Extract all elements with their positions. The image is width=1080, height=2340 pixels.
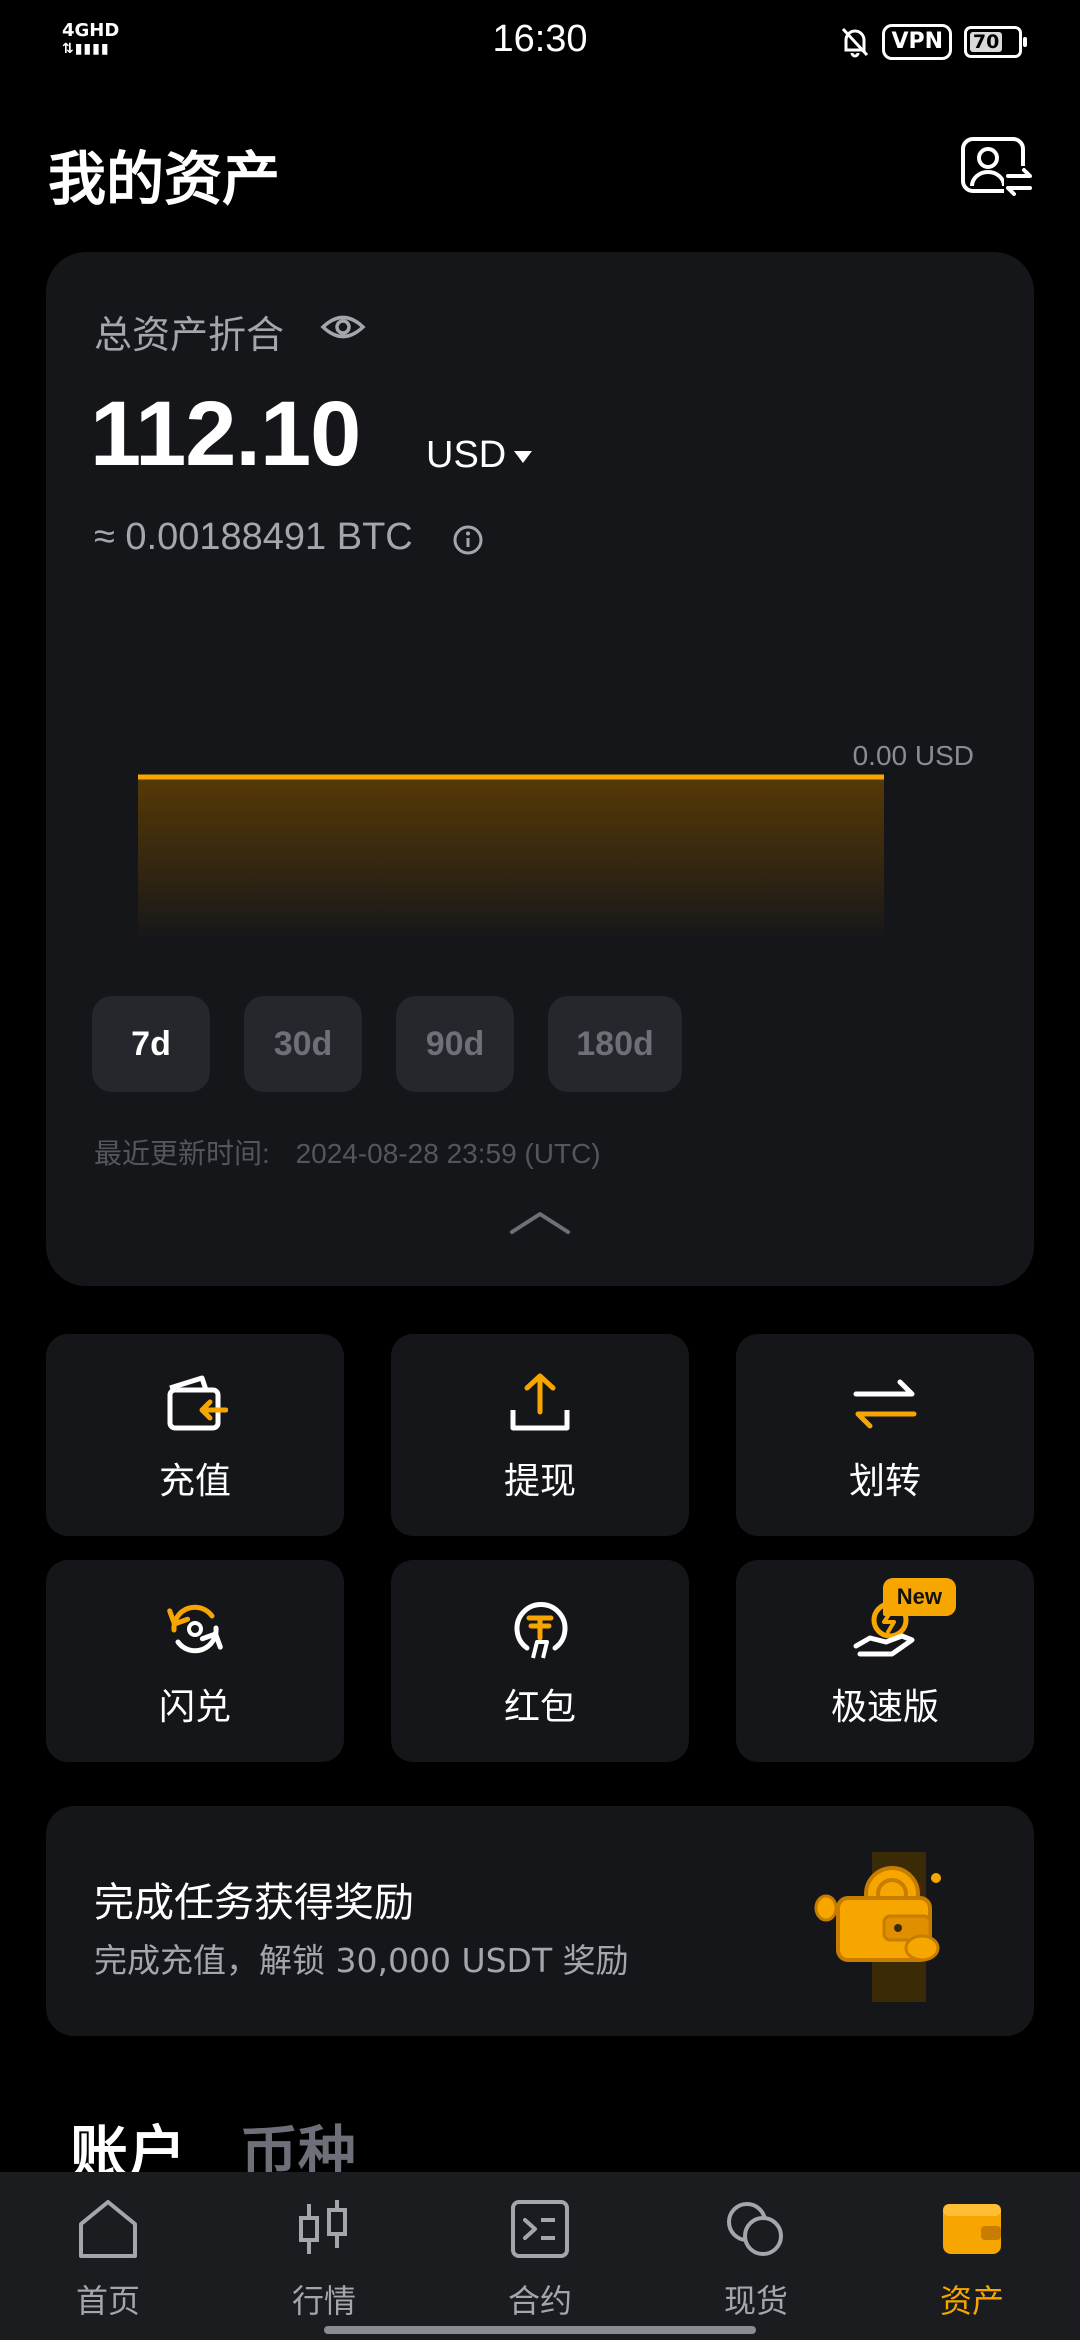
bell-off-icon xyxy=(842,27,869,58)
convert-cycle-icon xyxy=(167,1604,223,1654)
contract-terminal-icon xyxy=(511,2200,569,2258)
home-icon xyxy=(79,2200,137,2258)
deposit-button[interactable]: 充值 xyxy=(46,1334,344,1536)
withdraw-button[interactable]: 提现 xyxy=(391,1334,689,1536)
nav-futures[interactable]: 合约 xyxy=(432,2172,648,2340)
chart-area-fill xyxy=(138,777,884,942)
battery-icon: 70 xyxy=(964,26,1027,58)
lite-mode-label: 极速版 xyxy=(830,1687,939,1728)
lite-mode-button[interactable]: 极速版 New xyxy=(736,1560,1034,1762)
nav-home[interactable]: 首页 xyxy=(0,2172,216,2340)
last-updated-time: 2024-08-28 23:59 (UTC) xyxy=(295,1138,601,1169)
battery-level: 70 xyxy=(970,32,1003,52)
chevron-up-icon[interactable] xyxy=(508,1208,572,1238)
wallet-reward-illustration xyxy=(814,1852,941,2002)
convert-label: 闪兑 xyxy=(158,1687,231,1728)
nav-home-label: 首页 xyxy=(75,2282,140,2320)
asset-overview-card: 总资产折合 112.10 USD ≈ 0.00188491 BTC 0.00 U… xyxy=(46,252,1034,1286)
currency-select[interactable]: USD xyxy=(426,434,533,477)
page-title: 我的资产 xyxy=(48,145,281,213)
red-packet-coin-icon xyxy=(514,1602,568,1659)
nav-assets-label: 资产 xyxy=(939,2282,1004,2320)
last-updated-label: 最近更新时间: xyxy=(94,1138,270,1169)
chart-value-label: 0.00 USD xyxy=(852,740,974,771)
bottom-navigation: 首页 行情 合约 现货 资产 xyxy=(0,2172,1080,2340)
quick-actions: 充值 提现 划转 闪兑 红包 极速版 New xyxy=(46,1334,1034,1762)
red-packet-button[interactable]: 红包 xyxy=(391,1560,689,1762)
upload-icon xyxy=(510,1373,570,1431)
range-90d-button[interactable]: 90d xyxy=(396,996,514,1092)
deposit-label: 充值 xyxy=(158,1461,231,1502)
withdraw-label: 提现 xyxy=(503,1461,576,1502)
time-range-selector: 7d 30d 90d 180d xyxy=(92,996,682,1092)
range-7d-button[interactable]: 7d xyxy=(92,996,210,1092)
last-updated: 最近更新时间: 2024-08-28 23:59 (UTC) xyxy=(94,1132,601,1172)
new-badge: New xyxy=(882,1578,956,1616)
nav-spot[interactable]: 现货 xyxy=(648,2172,864,2340)
promo-subtitle: 完成充值，解锁 30,000 USDT 奖励 xyxy=(94,1941,629,1980)
nav-spot-label: 现货 xyxy=(723,2282,788,2320)
transfer-button[interactable]: 划转 xyxy=(736,1334,1034,1536)
home-indicator[interactable] xyxy=(324,2326,756,2334)
transfer-label: 划转 xyxy=(848,1461,921,1502)
promo-title: 完成任务获得奖励 xyxy=(94,1880,414,1926)
transfer-arrows-icon xyxy=(853,1379,917,1429)
red-packet-label: 红包 xyxy=(503,1687,576,1728)
total-assets-value: 112.10 xyxy=(90,383,361,485)
nav-markets[interactable]: 行情 xyxy=(216,2172,432,2340)
user-switch-icon[interactable] xyxy=(960,136,1034,198)
spot-exchange-icon xyxy=(727,2202,783,2256)
candlestick-icon xyxy=(299,2200,347,2254)
nav-markets-label: 行情 xyxy=(291,2282,356,2320)
eye-icon[interactable] xyxy=(320,304,366,350)
total-assets-label: 总资产折合 xyxy=(94,313,285,357)
wallet-deposit-icon xyxy=(167,1375,228,1431)
info-icon[interactable] xyxy=(452,524,484,556)
range-180d-button[interactable]: 180d xyxy=(548,996,682,1092)
btc-equivalent: ≈ 0.00188491 BTC xyxy=(94,516,413,558)
status-icons: VPN 70 xyxy=(840,24,1027,60)
nav-futures-label: 合约 xyxy=(507,2282,572,2320)
caret-down-icon xyxy=(514,450,533,463)
reward-task-banner[interactable]: 完成任务获得奖励 完成充值，解锁 30,000 USDT 奖励 xyxy=(46,1806,1034,2036)
vpn-badge: VPN xyxy=(882,24,952,60)
convert-button[interactable]: 闪兑 xyxy=(46,1560,344,1762)
range-30d-button[interactable]: 30d xyxy=(244,996,362,1092)
nav-assets[interactable]: 资产 xyxy=(864,2172,1080,2340)
status-bar: 4GHD ⇅▮▮▮▮ 16:30 VPN 70 xyxy=(0,0,1080,84)
wallet-icon xyxy=(943,2204,1001,2254)
currency-label: USD xyxy=(426,434,507,476)
